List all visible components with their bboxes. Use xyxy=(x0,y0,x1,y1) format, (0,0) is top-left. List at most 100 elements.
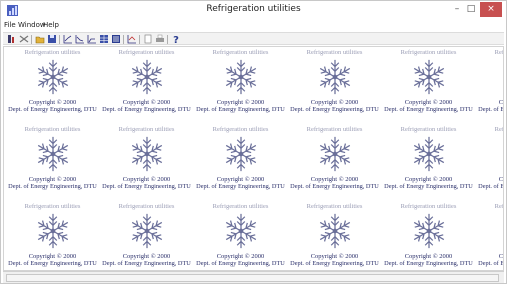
background-logo-tile: Refrigeration utilities Copyright © 2000D… xyxy=(288,47,381,121)
tile-copyright: Copyright © 2000 xyxy=(310,253,359,260)
toolbar-separator xyxy=(59,35,60,44)
background-logo-tile: Refrigeration utilities Copyright © 2000D… xyxy=(6,124,99,198)
tile-caption: Refrigeration utilities xyxy=(24,126,81,133)
tile-copyright: Copyright © 2000 xyxy=(28,176,77,183)
background-logo-tile: Refrigeration utilities Copyright © 2000D… xyxy=(194,47,287,121)
properties-icon[interactable] xyxy=(7,34,17,44)
help-icon[interactable]: ? xyxy=(171,34,181,44)
snowflake-icon xyxy=(37,59,69,95)
background-logo-tile: Refrigeration utilities Copyright © 2000D… xyxy=(100,124,193,198)
tile-caption: Refrigeration utilities xyxy=(118,126,175,133)
title-bar[interactable]: Refrigeration utilities – □ × xyxy=(1,1,506,20)
tile-department: Dept. of Energy Engineering, DTU xyxy=(8,183,97,190)
tile-caption: Refrigeration utilities xyxy=(118,49,175,56)
background-logo-tile: Refrigeration utilities Copyright © 2000D… xyxy=(476,47,504,121)
menu-window[interactable]: Window xyxy=(18,21,46,29)
menu-bar: File Window Help xyxy=(1,20,506,32)
tile-caption: Refrigeration utilities xyxy=(212,203,269,210)
app-window: Refrigeration utilities – □ × File Windo… xyxy=(0,0,507,284)
snowflake-icon xyxy=(413,213,445,249)
tile-department: Dept. of Energy Engineering, DTU xyxy=(8,106,97,113)
tile-copyright: Copyright © 2000 xyxy=(122,176,171,183)
tile-caption: Refrigeration utilities xyxy=(306,126,363,133)
snowflake-icon xyxy=(413,59,445,95)
tile-caption: Refrigeration utilities xyxy=(24,49,81,56)
toolbar-separator xyxy=(123,35,124,44)
print-icon[interactable] xyxy=(155,34,165,44)
list-icon[interactable] xyxy=(111,34,121,44)
tile-copyright: Copyright © 2000 xyxy=(216,253,265,260)
tile-department: Dept. of Energy Engineering, DTU xyxy=(290,183,379,190)
workspace-background: Refrigeration utilities Copyright © 2000 D… xyxy=(3,46,504,271)
snowflake-icon xyxy=(319,59,351,95)
cut-icon[interactable] xyxy=(19,34,29,44)
tile-copyright: Copyright © 2000 xyxy=(498,253,504,260)
tile-copyright: Copyright © 2000 xyxy=(122,99,171,106)
tile-department: Dept. of Energy Engineering, DTU xyxy=(102,106,191,113)
tile-caption: Refrigeration utilities xyxy=(400,126,457,133)
snowflake-icon xyxy=(225,136,257,172)
svg-text:?: ? xyxy=(173,35,179,44)
tile-copyright: Copyright © 2000 xyxy=(404,253,453,260)
maximize-button[interactable]: □ xyxy=(464,2,478,17)
tile-caption: Refrigeration utilities xyxy=(400,203,457,210)
background-logo-tile: Refrigeration utilities Copyright © 2000D… xyxy=(288,124,381,198)
tile-department: Dept. of Energy Engineering, DTU xyxy=(196,183,285,190)
status-bar xyxy=(3,271,504,283)
toolbar-separator xyxy=(167,35,168,44)
tile-department: Dept. of Energy Engineering, DTU xyxy=(102,183,191,190)
tile-caption: Refrigeration utilities xyxy=(494,126,504,133)
table-icon[interactable] xyxy=(99,34,109,44)
tile-copyright: Copyright © 2000 xyxy=(310,176,359,183)
tile-department: Dept. of Energy Engineering, DTU xyxy=(384,106,473,113)
background-logo-tile: Refrigeration utilities Copyright © 2000D… xyxy=(382,124,475,198)
toolbar: ? xyxy=(3,32,504,45)
snowflake-icon xyxy=(37,213,69,249)
background-logo-tile: Refrigeration utilities Copyright © 2000D… xyxy=(100,47,193,121)
close-button[interactable]: × xyxy=(480,2,502,17)
background-logo-tile: Refrigeration utilities Copyright © 2000D… xyxy=(288,201,381,270)
tile-copyright: Copyright © 2000 xyxy=(404,176,453,183)
tile-caption: Refrigeration utilities xyxy=(24,203,81,210)
save-icon[interactable] xyxy=(47,34,57,44)
tile-department: Dept. of Energy Engineering, DTU xyxy=(478,260,504,267)
snowflake-icon xyxy=(131,136,163,172)
tile-copyright: Copyright © 2000 xyxy=(216,99,265,106)
copy-icon[interactable] xyxy=(143,34,153,44)
tile-department: Dept. of Energy Engineering, DTU xyxy=(478,106,504,113)
tile-copyright: Copyright © 2000 xyxy=(216,176,265,183)
tile-caption: Refrigeration utilities xyxy=(494,203,504,210)
menu-help[interactable]: Help xyxy=(43,21,59,29)
snowflake-icon xyxy=(225,213,257,249)
tile-caption: Refrigeration utilities xyxy=(118,203,175,210)
tile-department: Dept. of Energy Engineering, DTU xyxy=(290,106,379,113)
tile-department: Dept. of Energy Engineering, DTU xyxy=(196,106,285,113)
snowflake-icon xyxy=(131,213,163,249)
tile-copyright: Copyright © 2000 xyxy=(310,99,359,106)
tile-caption: Refrigeration utilities xyxy=(494,49,504,56)
snowflake-icon xyxy=(413,136,445,172)
tile-department: Dept. of Energy Engineering, DTU xyxy=(384,183,473,190)
background-logo-tile: Refrigeration utilities Copyright © 2000D… xyxy=(100,201,193,270)
open-icon[interactable] xyxy=(35,34,45,44)
tile-department: Dept. of Energy Engineering, DTU xyxy=(196,260,285,267)
minimize-button[interactable]: – xyxy=(450,2,464,17)
background-logo-tile: Refrigeration utilities Copyright © 2000D… xyxy=(382,47,475,121)
chart-2-icon[interactable] xyxy=(87,34,97,44)
background-logo-tile: Refrigeration utilities Copyright © 2000D… xyxy=(6,201,99,270)
tile-caption: Refrigeration utilities xyxy=(212,49,269,56)
diagram-icon[interactable] xyxy=(127,34,137,44)
window-title: Refrigeration utilities xyxy=(206,4,301,14)
tile-copyright: Copyright © 2000 xyxy=(498,176,504,183)
tile-copyright: Copyright © 2000 xyxy=(404,99,453,106)
chart-ln-icon[interactable] xyxy=(63,34,73,44)
tile-caption: Refrigeration utilities xyxy=(306,49,363,56)
snowflake-icon xyxy=(131,59,163,95)
toolbar-separator xyxy=(31,35,32,44)
tile-copyright: Copyright © 2000 xyxy=(122,253,171,260)
tile-copyright: Copyright © 2000 xyxy=(28,253,77,260)
chart-icon[interactable] xyxy=(75,34,85,44)
tile-caption: Refrigeration utilities xyxy=(212,126,269,133)
menu-file[interactable]: File xyxy=(4,21,16,29)
tile-copyright: Copyright © 2000 xyxy=(498,99,504,106)
